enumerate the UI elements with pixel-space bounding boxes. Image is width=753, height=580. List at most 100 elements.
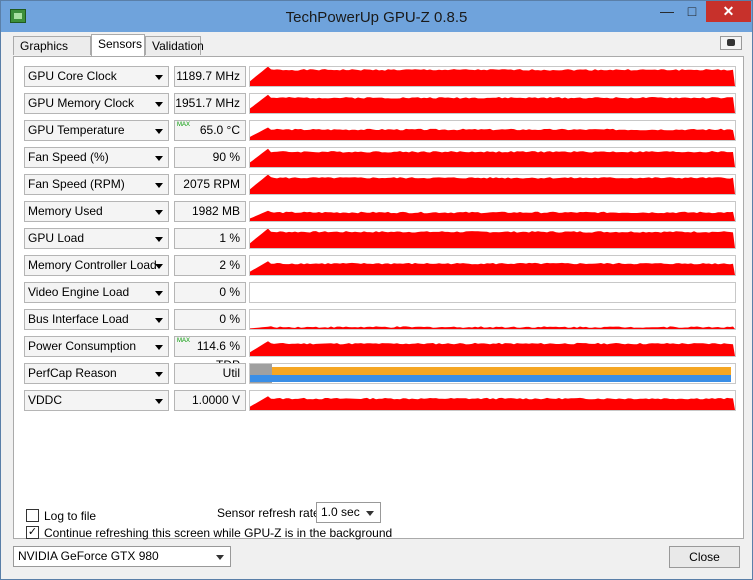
sensor-name-dropdown[interactable]: GPU Temperature — [24, 120, 169, 141]
graph-svg — [250, 229, 735, 248]
graph-fill — [250, 127, 735, 140]
sensor-name-dropdown[interactable]: Memory Controller Load — [24, 255, 169, 276]
sensor-value: 2 % — [174, 255, 246, 276]
graph-fill — [250, 94, 735, 113]
sensor-name-dropdown[interactable]: VDDC — [24, 390, 169, 411]
max-tag: MAX — [177, 338, 191, 344]
sensor-value-text: 1951.7 MHz — [175, 96, 240, 110]
refresh-rate-value: 1.0 sec — [321, 505, 360, 519]
sensor-graph — [249, 201, 736, 222]
sensor-name: Video Engine Load — [28, 285, 130, 299]
graph-fill — [250, 210, 735, 221]
chevron-down-icon — [155, 264, 163, 269]
graph-svg — [250, 396, 735, 410]
graph-fill — [250, 229, 735, 248]
sensor-graph — [249, 93, 736, 114]
title-bar[interactable]: TechPowerUp GPU-Z 0.8.5 — □ ✕ — [1, 1, 752, 32]
maximize-button[interactable]: □ — [679, 1, 705, 22]
sensor-graph — [249, 282, 736, 303]
graph-svg — [250, 341, 735, 356]
sensor-name: Memory Used — [28, 204, 103, 218]
sensor-value-text: 65.0 °C — [199, 123, 240, 137]
sensor-graph — [249, 174, 736, 195]
sensor-value: MAX 65.0 °C — [174, 120, 246, 141]
graph-svg — [250, 326, 735, 329]
sensor-name: PerfCap Reason — [28, 366, 117, 380]
tab-graphics-card[interactable]: Graphics Card — [13, 36, 91, 71]
sensor-name-dropdown[interactable]: Video Engine Load — [24, 282, 169, 303]
chevron-down-icon — [155, 237, 163, 242]
gpu-select[interactable]: NVIDIA GeForce GTX 980 — [13, 546, 231, 567]
sensor-name: GPU Core Clock — [28, 69, 117, 83]
sensor-name-dropdown[interactable]: GPU Load — [24, 228, 169, 249]
continue-refresh-label: Continue refreshing this screen while GP… — [44, 526, 393, 540]
sensor-graph — [249, 336, 736, 357]
sensor-value: 0 % — [174, 282, 246, 303]
sensor-name-dropdown[interactable]: Power Consumption — [24, 336, 169, 357]
sensor-graph — [249, 147, 736, 168]
graph-fill — [250, 67, 735, 86]
continue-refresh-checkbox[interactable]: ✓ — [26, 526, 39, 539]
max-tag: MAX — [177, 122, 191, 128]
sensor-graph — [249, 255, 736, 276]
chevron-down-icon — [155, 345, 163, 350]
sensor-value: MAX114.6 % TDP — [174, 336, 246, 372]
chevron-down-icon — [155, 372, 163, 377]
graph-svg — [250, 127, 735, 140]
chevron-down-icon — [155, 399, 163, 404]
sensor-value-text: 1.0000 V — [191, 393, 240, 407]
sensor-value: Util — [174, 363, 246, 384]
sensor-graph — [249, 309, 736, 330]
graph-svg — [250, 175, 735, 194]
graph-svg — [250, 283, 735, 302]
sensor-name-dropdown[interactable]: GPU Core Clock — [24, 66, 169, 87]
sensor-value-text: 90 % — [212, 150, 240, 164]
graph-svg — [250, 148, 735, 167]
tab-sensors[interactable]: Sensors — [91, 34, 145, 56]
chevron-down-icon — [155, 183, 163, 188]
close-button[interactable]: Close — [669, 546, 740, 568]
sensor-value: 2075 RPM — [174, 174, 246, 195]
sensor-name: Memory Controller Load — [28, 258, 157, 272]
sensor-name-dropdown[interactable]: PerfCap Reason — [24, 363, 169, 384]
chevron-down-icon — [155, 318, 163, 323]
graph-svg — [250, 210, 735, 221]
sensor-name-dropdown[interactable]: Bus Interface Load — [24, 309, 169, 330]
graph-fill — [250, 261, 735, 275]
chevron-down-icon — [155, 75, 163, 80]
sensor-name: VDDC — [28, 393, 63, 407]
sensor-name-dropdown[interactable]: Memory Used — [24, 201, 169, 222]
chevron-down-icon — [216, 555, 224, 560]
app-window: TechPowerUp GPU-Z 0.8.5 — □ ✕ Graphics C… — [0, 0, 753, 580]
minimize-button[interactable]: — — [653, 1, 681, 22]
sensor-graph — [249, 120, 736, 141]
sensor-value-text: 2075 RPM — [183, 177, 240, 191]
sensor-name-dropdown[interactable]: Fan Speed (RPM) — [24, 174, 169, 195]
chevron-down-icon — [155, 102, 163, 107]
camera-icon[interactable] — [720, 36, 742, 50]
sensor-value: 1 % — [174, 228, 246, 249]
tab-validation[interactable]: Validation — [145, 36, 204, 55]
refresh-rate-select[interactable]: 1.0 sec — [316, 502, 381, 523]
sensor-name-dropdown[interactable]: GPU Memory Clock — [24, 93, 169, 114]
log-to-file-checkbox[interactable] — [26, 509, 39, 522]
window-title: TechPowerUp GPU-Z 0.8.5 — [285, 9, 468, 26]
sensor-graph — [249, 363, 736, 384]
graph-svg — [250, 94, 735, 113]
sensor-name: Fan Speed (RPM) — [28, 177, 125, 191]
gpu-select-value: NVIDIA GeForce GTX 980 — [18, 549, 159, 563]
graph-fill — [250, 175, 735, 194]
sensor-name-dropdown[interactable]: Fan Speed (%) — [24, 147, 169, 168]
sensor-value: 1.0000 V — [174, 390, 246, 411]
sensor-value-text: 0 % — [219, 312, 240, 326]
sensor-value: 0 % — [174, 309, 246, 330]
sensor-graph — [249, 228, 736, 249]
sensor-name: GPU Temperature — [28, 123, 125, 137]
sensor-value-text: Util — [222, 366, 240, 380]
sensors-panel: GPU Core Clock 1189.7 MHz GPU Memory Clock… — [13, 56, 744, 540]
graph-fill — [250, 396, 735, 410]
graph-svg — [250, 364, 731, 383]
sensor-graph — [249, 66, 736, 87]
graph-fill — [250, 326, 735, 329]
window-close-button[interactable]: ✕ — [706, 1, 751, 22]
